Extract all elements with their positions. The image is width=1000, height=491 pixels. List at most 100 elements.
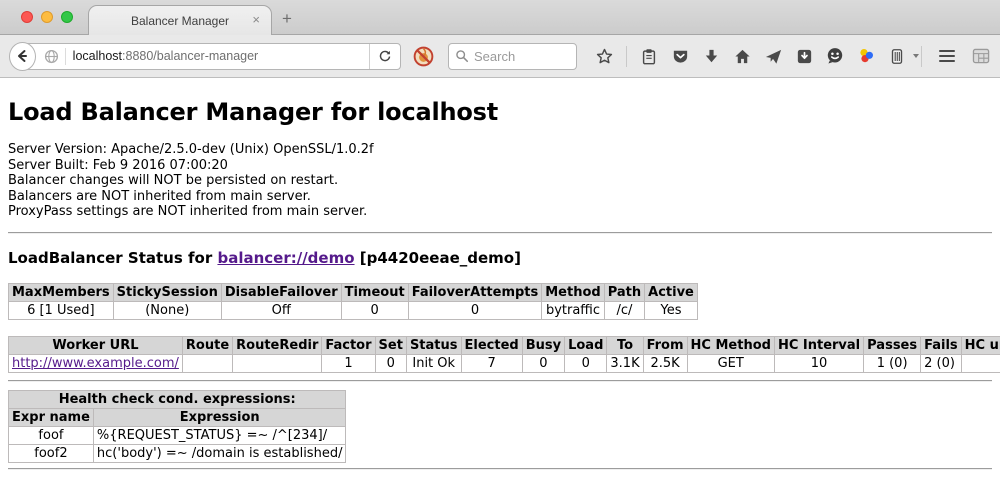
- striped-box-icon: [888, 47, 906, 66]
- column-header: HC Interval: [774, 336, 863, 354]
- balancer-demo-link[interactable]: balancer://demo: [217, 249, 354, 267]
- table-cell: 6 [1 Used]: [9, 301, 114, 319]
- extension-panel-button[interactable]: [886, 45, 908, 67]
- table-cell: 3.1K: [607, 354, 643, 372]
- toolbar-separator: [626, 46, 627, 67]
- column-header: To: [607, 336, 643, 354]
- table-cell: bytraffic: [542, 301, 604, 319]
- column-header: DisableFailover: [221, 283, 341, 301]
- toolbar-right-group: [919, 45, 992, 67]
- table-cell: /c/: [604, 301, 644, 319]
- window-controls: [21, 11, 73, 23]
- divider: [8, 468, 992, 470]
- home-button[interactable]: [731, 45, 753, 67]
- table-cell: foof: [9, 426, 94, 444]
- toolbar-separator: [921, 46, 922, 67]
- toolbar-buttons: [593, 45, 919, 67]
- tab-strip: Balancer Manager × +: [0, 0, 1000, 35]
- table-cell: 0: [408, 301, 542, 319]
- downloads-button[interactable]: [700, 45, 722, 67]
- column-header: Fails: [921, 336, 962, 354]
- pocket-button[interactable]: [669, 45, 691, 67]
- column-header: Timeout: [341, 283, 408, 301]
- table-cell: Init Ok: [406, 354, 461, 372]
- table-cell: hc('body') =~ /domain is established/: [93, 444, 346, 462]
- divider: [8, 232, 992, 234]
- table-cell: 0: [565, 354, 607, 372]
- column-header: From: [643, 336, 687, 354]
- status-heading-suffix: [p4420eeae_demo]: [355, 249, 521, 267]
- search-icon: [455, 49, 469, 63]
- reload-button[interactable]: [369, 44, 400, 69]
- table-row: foof2hc('body') =~ /domain is establishe…: [9, 444, 346, 462]
- column-header: HC Method: [687, 336, 774, 354]
- page-title: Load Balancer Manager for localhost: [8, 98, 992, 126]
- table-cell: 1: [322, 354, 375, 372]
- window-minimize-button[interactable]: [41, 11, 53, 23]
- feedback-smiley-button[interactable]: [824, 45, 846, 67]
- table-cell: 7: [461, 354, 522, 372]
- window-close-button[interactable]: [21, 11, 33, 23]
- status-heading: LoadBalancer Status for balancer://demo …: [8, 249, 992, 267]
- table-cell: 2.5K: [643, 354, 687, 372]
- column-header: MaxMembers: [9, 283, 114, 301]
- new-tab-button[interactable]: +: [282, 9, 292, 29]
- column-header: Active: [645, 283, 698, 301]
- column-header: FailoverAttempts: [408, 283, 542, 301]
- table-cell: http://www.example.com/: [9, 354, 183, 372]
- column-header: Expression: [93, 408, 346, 426]
- send-button[interactable]: [762, 45, 784, 67]
- window-zoom-button[interactable]: [61, 11, 73, 23]
- menu-button[interactable]: [936, 45, 958, 67]
- search-input[interactable]: [474, 49, 570, 64]
- column-header: Factor: [322, 336, 375, 354]
- table-cell: 0: [341, 301, 408, 319]
- url-path: :8880/balancer-manager: [122, 49, 258, 63]
- table-cell: 2 (0): [921, 354, 962, 372]
- back-button[interactable]: [9, 42, 36, 71]
- pocket-icon: [671, 47, 690, 66]
- worker-status-table: Worker URLRouteRouteRedirFactorSetStatus…: [8, 336, 1000, 373]
- column-header: HC uri: [961, 336, 1000, 354]
- download-arrow-icon: [702, 47, 721, 66]
- search-bar[interactable]: [448, 43, 577, 70]
- page-content: Load Balancer Manager for localhost Serv…: [0, 98, 1000, 470]
- table-cell: 0: [522, 354, 564, 372]
- home-icon: [733, 47, 752, 66]
- table-cell: Yes: [645, 301, 698, 319]
- table-cell: 0: [375, 354, 406, 372]
- column-header: Elected: [461, 336, 522, 354]
- tab-groups-button[interactable]: [970, 45, 992, 67]
- addon-download-button[interactable]: [793, 45, 815, 67]
- column-header: StickySession: [113, 283, 221, 301]
- table-cell: [233, 354, 322, 372]
- divider: [8, 380, 992, 382]
- menu-icon: [939, 50, 955, 53]
- proxypass-notice-line: ProxyPass settings are NOT inherited fro…: [8, 204, 992, 220]
- column-header: Set: [375, 336, 406, 354]
- table-cell: (None): [113, 301, 221, 319]
- reading-list-button[interactable]: [638, 45, 660, 67]
- server-info: Server Version: Apache/2.5.0-dev (Unix) …: [8, 142, 992, 220]
- colorful-addon-button[interactable]: [855, 45, 877, 67]
- smiley-bubble-icon: [825, 46, 845, 66]
- square-download-icon: [795, 47, 814, 66]
- column-header: Busy: [522, 336, 564, 354]
- server-built-line: Server Built: Feb 9 2016 07:00:20: [8, 158, 992, 174]
- browser-tab[interactable]: Balancer Manager ×: [88, 5, 272, 35]
- table-cell: foof2: [9, 444, 94, 462]
- table-cell: 10: [774, 354, 863, 372]
- back-arrow-icon: [14, 48, 30, 64]
- health-check-table: Health check cond. expressions:Expr name…: [8, 390, 346, 463]
- tab-close-icon[interactable]: ×: [252, 13, 260, 27]
- color-dots-icon: [856, 46, 876, 66]
- url-bar[interactable]: localhost:8880/balancer-manager: [21, 43, 401, 70]
- grid-icon: [972, 48, 991, 65]
- urlbar-divider: [65, 48, 66, 65]
- column-header: Route: [182, 336, 232, 354]
- paper-plane-icon: [764, 47, 783, 66]
- worker-url-link[interactable]: http://www.example.com/: [12, 356, 179, 371]
- firebug-disabled-icon[interactable]: [413, 45, 434, 67]
- star-icon: [595, 47, 614, 66]
- bookmark-star-button[interactable]: [593, 45, 615, 67]
